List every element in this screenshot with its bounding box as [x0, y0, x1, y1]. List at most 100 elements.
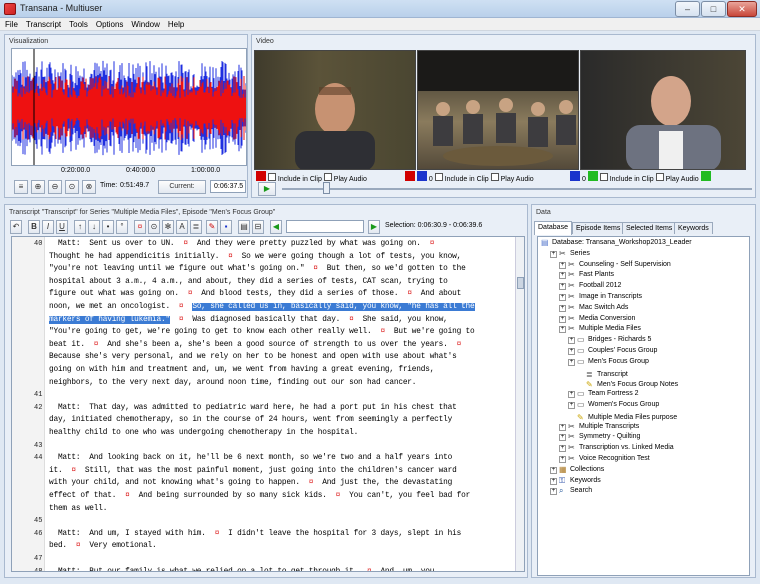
- transcript-text-area[interactable]: 40 Matt: Sent us over to UN. ¤ And they …: [11, 236, 525, 572]
- transcript-line[interactable]: going on with him and treatment and, um,…: [49, 366, 434, 374]
- menu-options[interactable]: Options: [93, 18, 127, 31]
- transcript-line[interactable]: hospital about 3 a.m., 4 a.m., and about…: [49, 278, 448, 286]
- dot-icon[interactable]: •: [102, 220, 114, 234]
- menu-help[interactable]: Help: [165, 18, 187, 31]
- transcript-line[interactable]: Matt: And looking back on it, he'll be 6…: [49, 454, 452, 462]
- expand-icon[interactable]: +: [568, 391, 575, 399]
- expand-icon[interactable]: [577, 369, 584, 376]
- tree-node[interactable]: + ▭ Couples' Focus Group: [568, 347, 657, 355]
- menu-tools[interactable]: Tools: [66, 18, 91, 31]
- tree-node[interactable]: + ⌕ Search: [550, 487, 592, 496]
- transcript-line[interactable]: effect of that. ¤ And being surrounded b…: [49, 492, 470, 500]
- video-frame-2[interactable]: [417, 50, 579, 170]
- video-frame-1[interactable]: [254, 50, 416, 170]
- play-icon[interactable]: ▶: [258, 182, 276, 196]
- properties-icon[interactable]: ≣: [190, 220, 202, 234]
- video-position-track[interactable]: [282, 188, 752, 190]
- zoom-in-icon[interactable]: ⊕: [31, 180, 45, 194]
- expand-icon[interactable]: +: [559, 283, 566, 291]
- transcript-line[interactable]: it. ¤ Still, that was the most painful m…: [49, 467, 457, 475]
- close-button[interactable]: ✕: [727, 1, 757, 17]
- play-audio-checkbox[interactable]: [323, 173, 332, 181]
- transcript-line[interactable]: bed. ¤ Very emotional.: [49, 542, 157, 550]
- minimize-button[interactable]: –: [675, 1, 700, 17]
- transcript-line[interactable]: day, initiated chemotherapy, so in the c…: [49, 416, 452, 424]
- expand-icon[interactable]: +: [550, 488, 557, 496]
- tree-node[interactable]: + ✂ Media Conversion: [559, 314, 635, 323]
- expand-icon[interactable]: +: [559, 456, 566, 463]
- tab-keywords[interactable]: Keywords: [674, 222, 713, 234]
- split-icon[interactable]: ⊟: [252, 220, 264, 234]
- tree-node[interactable]: + ✂ Mac Switch Ads: [559, 303, 628, 312]
- tree-node[interactable]: ▤ Database: Transana_Workshop2013_Leader: [541, 239, 692, 247]
- current-button[interactable]: Current:: [158, 180, 206, 194]
- play-audio-checkbox[interactable]: [490, 173, 499, 181]
- insert-icon[interactable]: ⊙: [148, 220, 160, 234]
- transcript-line[interactable]: healthy child to one who was undergoing …: [49, 429, 358, 437]
- expand-icon[interactable]: +: [568, 337, 575, 345]
- tree-node[interactable]: + ▭ Men's Focus Group: [568, 357, 649, 366]
- bold-icon[interactable]: B: [28, 220, 40, 234]
- tree-node[interactable]: + ✂ Transcription vs. Linked Media: [559, 444, 674, 453]
- include-in-clip-checkbox[interactable]: [599, 173, 608, 181]
- tree-node[interactable]: + ✂ Football 2012: [559, 282, 621, 291]
- expand-icon[interactable]: +: [559, 423, 566, 431]
- expand-icon[interactable]: +: [559, 445, 566, 453]
- expand-icon[interactable]: +: [559, 261, 566, 269]
- tree-node[interactable]: ✎ Men's Focus Group Notes: [577, 379, 678, 389]
- transcript-line[interactable]: Matt: And um, I stayed with him. ¤ I did…: [49, 530, 461, 538]
- tab-selected-items[interactable]: Selected Items: [622, 222, 677, 234]
- expand-icon[interactable]: +: [550, 477, 557, 485]
- expand-icon[interactable]: +: [550, 250, 557, 258]
- print-icon[interactable]: ▤: [238, 220, 250, 234]
- menu-transcript[interactable]: Transcript: [23, 18, 64, 31]
- transcript-line[interactable]: Because she's very personal, and we rely…: [49, 353, 457, 361]
- waveform[interactable]: [11, 48, 247, 166]
- tree-node[interactable]: + ▦ Collections: [550, 465, 604, 474]
- transcript-line[interactable]: beat it. ¤ And she's been a, she's been …: [49, 341, 461, 349]
- tree-node[interactable]: + ▭ Bridges - Richards 5: [568, 336, 651, 345]
- tree-node[interactable]: + ✂ Counseling - Self Supervision: [559, 260, 671, 269]
- transcript-line[interactable]: noon, we met an oncologist. ¤ So, she ca…: [49, 303, 475, 311]
- find-icon[interactable]: ✻: [162, 220, 174, 234]
- expand-icon[interactable]: +: [559, 304, 566, 312]
- current-time-field[interactable]: 0:06:37.5: [210, 180, 246, 193]
- tree-node[interactable]: + ✂ Symmetry - Quilting: [559, 433, 640, 442]
- underline-icon[interactable]: U: [56, 220, 68, 234]
- selected-text[interactable]: So, she called us in, basically said, yo…: [192, 303, 475, 311]
- transcript-line[interactable]: with your child, and not knowing what's …: [49, 479, 452, 487]
- rise-arrow-icon[interactable]: ↑: [74, 220, 86, 234]
- expand-icon[interactable]: +: [568, 358, 575, 366]
- expand-icon[interactable]: +: [559, 326, 566, 334]
- list-icon[interactable]: ≡: [14, 180, 28, 194]
- tree-node[interactable]: + ✂ Image in Transcripts: [559, 293, 642, 301]
- transcript-line[interactable]: "you're not leaving until we figure out …: [49, 265, 466, 273]
- play-audio-checkbox[interactable]: [655, 173, 664, 181]
- selected-text[interactable]: markers of having lukemia.": [49, 315, 170, 324]
- tree-node[interactable]: + ⚿ Keywords: [550, 476, 601, 485]
- transcript-scrollbar[interactable]: [515, 237, 524, 571]
- tree-node[interactable]: + ✂ Multiple Transcripts: [559, 422, 639, 431]
- expand-icon[interactable]: +: [559, 272, 566, 280]
- include-in-clip-checkbox[interactable]: [434, 173, 443, 181]
- transcript-line[interactable]: Matt: But our family is what we relied o…: [49, 568, 434, 571]
- transcript-line[interactable]: Matt: Sent us over to UN. ¤ And they wer…: [49, 240, 434, 248]
- transcript-line[interactable]: neighbors, to the very next day, around …: [49, 379, 416, 387]
- degree-icon[interactable]: °: [116, 220, 128, 234]
- tree-node[interactable]: + ✂ Fast Plants: [559, 271, 614, 280]
- undo-icon[interactable]: ↶: [10, 220, 22, 234]
- tree-node[interactable]: ≣ Transcript: [577, 369, 628, 379]
- tree-node[interactable]: + ✂ Voice Recognition Test: [559, 455, 650, 463]
- transcript-line[interactable]: "You're going to get, we're going to get…: [49, 328, 475, 336]
- expand-icon[interactable]: +: [568, 402, 575, 409]
- expand-icon[interactable]: [577, 379, 584, 386]
- video-position-slider[interactable]: [323, 182, 330, 194]
- expand-icon[interactable]: +: [550, 466, 557, 474]
- zoom-reset-icon[interactable]: ⊗: [82, 180, 96, 194]
- edit-mode-icon[interactable]: ✎: [206, 220, 218, 234]
- expand-icon[interactable]: +: [559, 315, 566, 323]
- save-icon[interactable]: ▪: [220, 220, 232, 234]
- expand-icon[interactable]: +: [568, 348, 575, 355]
- font-icon[interactable]: A: [176, 220, 188, 234]
- timecode-icon[interactable]: ¤: [134, 220, 146, 234]
